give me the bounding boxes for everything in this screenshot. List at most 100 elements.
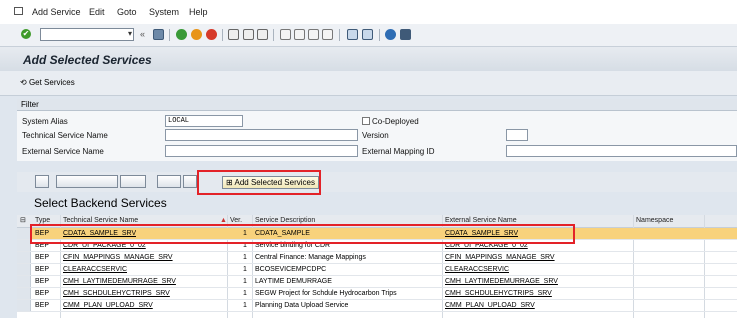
save-icon[interactable] bbox=[153, 29, 164, 40]
alv-toolbar: ⊞ Add Selected Services bbox=[17, 172, 737, 192]
filter-panel: System Alias LOCAL Co-Deployed Technical… bbox=[17, 111, 737, 161]
refresh-icon: ⟲ bbox=[20, 78, 27, 87]
row-selector[interactable] bbox=[17, 300, 31, 311]
co-deployed-checkbox[interactable] bbox=[362, 117, 370, 125]
help-icon[interactable] bbox=[385, 29, 396, 40]
application-toolbar: ⟲ Get Services bbox=[0, 71, 737, 96]
menu-system[interactable]: System bbox=[149, 7, 179, 17]
cell-type: BEP bbox=[35, 266, 50, 273]
toolbar-separator bbox=[339, 29, 340, 41]
page-title: Add Selected Services bbox=[23, 53, 152, 67]
get-services-label: Get Services bbox=[28, 78, 75, 87]
external-mapping-id-label: External Mapping ID bbox=[362, 147, 435, 156]
ok-icon[interactable]: ✔ bbox=[21, 29, 31, 39]
print-icon[interactable] bbox=[228, 29, 239, 40]
select-all-icon[interactable]: ⊟ bbox=[20, 215, 26, 227]
filter-heading: Filter bbox=[17, 99, 737, 111]
table-row[interactable]: BEP CFIN_MAPPINGS_MANAGE_SRV 1 Central Fina… bbox=[17, 252, 737, 264]
cell-service-description: BCOSEVICEMPCDPC bbox=[255, 266, 327, 273]
row-selector[interactable] bbox=[17, 252, 31, 263]
version-label: Version bbox=[362, 131, 389, 140]
external-service-name-label: External Service Name bbox=[22, 147, 104, 156]
column-header-namespace[interactable]: Namespace bbox=[636, 215, 673, 227]
details-icon[interactable] bbox=[35, 175, 49, 188]
find-icon[interactable] bbox=[243, 29, 254, 40]
shortcut-icon[interactable] bbox=[362, 29, 373, 40]
filter-icon[interactable] bbox=[120, 175, 146, 188]
row-selector[interactable] bbox=[17, 264, 31, 275]
table-row[interactable]: BEP CLEARACCSERVIC 1 BCOSEVICEMPCDPC CLEARAC… bbox=[17, 264, 737, 276]
version-field[interactable] bbox=[506, 129, 528, 141]
find-next-icon[interactable] bbox=[257, 29, 268, 40]
menu-help[interactable]: Help bbox=[189, 7, 208, 17]
cell-version: 1 bbox=[243, 302, 247, 309]
exit-icon[interactable] bbox=[191, 29, 202, 40]
menu-edit[interactable]: Edit bbox=[89, 7, 105, 17]
highlight-box-add-button bbox=[197, 170, 321, 195]
back-icon[interactable]: « bbox=[140, 29, 151, 40]
row-selector[interactable] bbox=[17, 228, 31, 239]
standard-toolbar: ✔ ▾ « bbox=[0, 24, 737, 47]
cell-external-service-name[interactable]: CMM_PLAN_UPLOAD_SRV bbox=[445, 300, 535, 311]
cell-type: BEP bbox=[35, 278, 50, 285]
external-mapping-id-field[interactable] bbox=[506, 145, 737, 157]
title-bar: Add Selected Services bbox=[0, 47, 737, 72]
command-field[interactable]: ▾ bbox=[40, 28, 134, 41]
co-deployed-label: Co-Deployed bbox=[372, 117, 419, 126]
last-page-icon[interactable] bbox=[322, 29, 333, 40]
export-icon[interactable] bbox=[157, 175, 181, 188]
technical-service-name-label: Technical Service Name bbox=[22, 131, 108, 140]
menu-bar: Add Service Edit Goto System Help bbox=[0, 0, 737, 24]
row-selector[interactable] bbox=[17, 288, 31, 299]
toolbar-separator bbox=[273, 29, 274, 41]
cell-service-description: Planning Data Upload Service bbox=[255, 302, 349, 309]
cell-external-service-name[interactable]: CLEARACCSERVIC bbox=[445, 264, 509, 275]
new-session-icon[interactable] bbox=[347, 29, 358, 40]
cell-type: BEP bbox=[35, 290, 50, 297]
system-menu-icon[interactable] bbox=[14, 7, 23, 15]
cell-service-description: SEGW Project for Schdule Hydrocarbon Tri… bbox=[255, 290, 397, 297]
back-nav-icon[interactable] bbox=[176, 29, 187, 40]
first-page-icon[interactable] bbox=[280, 29, 291, 40]
chevron-down-icon[interactable]: ▾ bbox=[128, 29, 132, 38]
cell-technical-service-name[interactable]: CMH_SCHDULEHYCTRIPS_SRV bbox=[63, 288, 170, 299]
cell-version: 1 bbox=[243, 266, 247, 273]
cell-external-service-name[interactable]: CFIN_MAPPINGS_MANAGE_SRV bbox=[445, 252, 555, 263]
cell-type: BEP bbox=[35, 302, 50, 309]
cell-technical-service-name[interactable]: CMM_PLAN_UPLOAD_SRV bbox=[63, 300, 153, 311]
toolbar-separator bbox=[222, 29, 223, 41]
get-services-button[interactable]: ⟲ Get Services bbox=[20, 78, 75, 87]
table-row[interactable]: BEP CMM_PLAN_UPLOAD_SRV 1 Planning Data Upl… bbox=[17, 300, 737, 312]
cell-version: 1 bbox=[243, 278, 247, 285]
table-row[interactable]: BEP CMH_LAYTIMEDEMURRAGE_SRV 1 LAYTIME DEMU… bbox=[17, 276, 737, 288]
system-alias-field[interactable]: LOCAL bbox=[165, 115, 243, 127]
cancel-icon[interactable] bbox=[206, 29, 217, 40]
cell-technical-service-name[interactable]: CLEARACCSERVIC bbox=[63, 264, 127, 275]
sort-filter-buttons[interactable] bbox=[56, 175, 118, 188]
highlight-box-selected-row bbox=[30, 224, 575, 244]
cell-technical-service-name[interactable]: CFIN_MAPPINGS_MANAGE_SRV bbox=[63, 252, 173, 263]
toolbar-separator bbox=[169, 29, 170, 41]
table-row[interactable]: BEP CMH_SCHDULEHYCTRIPS_SRV 1 SEGW Project … bbox=[17, 288, 737, 300]
menu-goto[interactable]: Goto bbox=[117, 7, 137, 17]
cell-external-service-name[interactable]: CMH_SCHDULEHYCTRIPS_SRV bbox=[445, 288, 552, 299]
cell-type: BEP bbox=[35, 254, 50, 261]
layout-icon[interactable] bbox=[400, 29, 411, 40]
cell-version: 1 bbox=[243, 254, 247, 261]
layout-grid-icon[interactable] bbox=[183, 175, 197, 188]
external-service-name-field[interactable] bbox=[165, 145, 358, 157]
prev-page-icon[interactable] bbox=[294, 29, 305, 40]
cell-service-description: Central Finance: Manage Mappings bbox=[255, 254, 366, 261]
cell-version: 1 bbox=[243, 290, 247, 297]
technical-service-name-field[interactable] bbox=[165, 129, 358, 141]
next-page-icon[interactable] bbox=[308, 29, 319, 40]
toolbar-separator bbox=[379, 29, 380, 41]
cell-technical-service-name[interactable]: CMH_LAYTIMEDEMURRAGE_SRV bbox=[63, 276, 176, 287]
menu-add-service[interactable]: Add Service bbox=[32, 7, 81, 17]
grid-title: Select Backend Services bbox=[34, 196, 167, 210]
system-alias-label: System Alias bbox=[22, 117, 68, 126]
cell-external-service-name[interactable]: CMH_LAYTIMEDEMURRAGE_SRV bbox=[445, 276, 558, 287]
row-selector[interactable] bbox=[17, 276, 31, 287]
cell-service-description: LAYTIME DEMURRAGE bbox=[255, 278, 332, 285]
row-selector[interactable] bbox=[17, 240, 31, 251]
